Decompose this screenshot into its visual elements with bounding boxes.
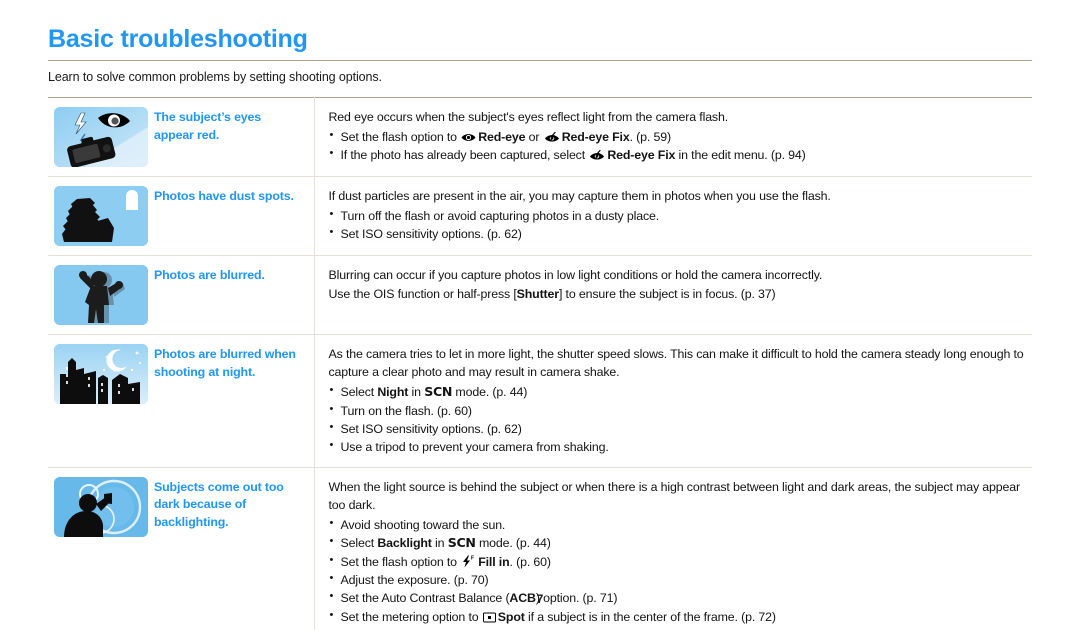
page-number: 7 [536, 592, 544, 606]
emphasis-text: Red-eye [478, 129, 526, 144]
row-label-cell: The subject’s eyes appear red. [154, 97, 315, 177]
row-bullet-item: Turn off the flash or avoid capturing ph… [329, 206, 1027, 225]
fill-in-flash-icon: F [461, 555, 476, 568]
row-solution-cell: If dust particles are present in the air… [314, 176, 1032, 256]
emphasis-text: Backlight [377, 536, 432, 550]
row-icon-cell [48, 97, 154, 177]
row-label-cell: Photos are blurred when shooting at nigh… [154, 334, 315, 468]
row-bullet-item: Use a tripod to prevent your camera from… [329, 437, 1027, 456]
row-bullet-item: Turn on the flash. (p. 60) [329, 401, 1027, 420]
row-bullet-item: Set the flash option to Red-eye or Red-e… [329, 127, 1027, 146]
row-intro-text: When the light source is behind the subj… [328, 479, 1021, 512]
row-intro-text: If dust particles are present in the air… [328, 189, 831, 203]
solution-text: Blurring can occur if you capture photos… [329, 267, 1027, 304]
row-bullet-item: Select Night in SCN mode. (p. 44) [329, 382, 1027, 402]
table-row: Photos have dust spots. If dust particles… [48, 176, 1032, 256]
scene-mode-label: SCN [447, 535, 476, 550]
page-subtitle: Learn to solve common problems by settin… [48, 69, 382, 84]
row-intro-text: As the camera tries to let in more light… [328, 347, 1024, 379]
row-solution-cell: Blurring can occur if you capture photos… [314, 255, 1032, 335]
table-row: Photos are blurred. Blurring can occur if… [48, 255, 1032, 335]
row-bullet-item: Adjust the exposure. (p. 70) [329, 570, 1027, 589]
troubleshooting-table: The subject’s eyes appear red. Red eye oc… [48, 97, 1032, 630]
row-intro-text-2: Use the OIS function or half-press [Shut… [328, 286, 776, 301]
row-bullet-item: Avoid shooting toward the sun. [329, 515, 1027, 534]
row-solution-cell: As the camera tries to let in more light… [314, 334, 1032, 468]
red-eye-icon [461, 132, 476, 143]
page-title: Basic troubleshooting [48, 25, 308, 53]
row-bullet-list: Turn off the flash or avoid capturing ph… [329, 206, 1027, 244]
problem-label: Photos have dust spots. [154, 189, 294, 203]
row-label-cell: Photos have dust spots. [154, 176, 315, 256]
blurred-person-thumbnail [54, 265, 148, 325]
row-icon-cell [48, 255, 154, 335]
scene-mode-label: SCN [424, 383, 453, 399]
page-header: Basic troubleshooting Learn to solve com… [48, 25, 1032, 84]
night-city-thumbnail [54, 344, 148, 404]
emphasis-text: Fill in [478, 554, 510, 569]
problem-label: The subject’s eyes appear red. [154, 110, 262, 142]
row-bullet-list: Avoid shooting toward the sun.Select Bac… [329, 515, 1027, 626]
solution-text: As the camera tries to let in more light… [329, 346, 1027, 457]
problem-label: Photos are blurred. [154, 268, 265, 282]
row-label-cell: Photos are blurred. [154, 255, 315, 335]
title-divider [48, 59, 1032, 61]
red-eye-fix-icon [589, 150, 605, 161]
row-bullet-item: Set the flash option to FFill in. (p. 60… [329, 552, 1027, 571]
solution-text: Red eye occurs when the subject's eyes r… [329, 109, 1027, 165]
row-intro-text: Red eye occurs when the subject's eyes r… [328, 110, 729, 124]
problem-label: Photos are blurred when shooting at nigh… [154, 347, 296, 379]
emphasis-text: Red-eye Fix [607, 148, 676, 163]
dust-spots-thumbnail [54, 186, 148, 246]
manual-page: Basic troubleshooting Learn to solve com… [0, 0, 1080, 630]
row-bullet-list: Set the flash option to Red-eye or Red-e… [329, 127, 1027, 165]
camera-flash-eye-thumbnail [54, 107, 148, 167]
row-bullet-item: Set ISO sensitivity options. (p. 62) [329, 224, 1027, 243]
solution-text: If dust particles are present in the air… [329, 188, 1027, 244]
row-bullet-item: Select Backlight in SCN mode. (p. 44) [329, 533, 1027, 553]
emphasis-text: Red-eye Fix [561, 129, 630, 144]
table-row: Photos are blurred when shooting at nigh… [48, 334, 1032, 468]
spot-metering-icon [482, 612, 496, 623]
backlighting-thumbnail [54, 476, 148, 537]
row-icon-cell [48, 334, 154, 468]
troubleshooting-table-body: The subject’s eyes appear red. Red eye oc… [48, 97, 1032, 630]
row-bullet-list: Select Night in SCN mode. (p. 44)Turn on… [329, 382, 1027, 457]
row-icon-cell [48, 176, 154, 256]
row-bullet-item: Set ISO sensitivity options. (p. 62) [329, 419, 1027, 438]
emphasis-text: Night [377, 384, 409, 399]
problem-label: Subjects come out too dark because of ba… [154, 479, 284, 529]
emphasis-text: Shutter [516, 286, 559, 301]
row-bullet-item: Set the metering option to Spot if a sub… [329, 607, 1027, 626]
emphasis-text: Spot [497, 609, 525, 624]
row-solution-cell: Red eye occurs when the subject's eyes r… [314, 97, 1032, 177]
row-intro-text: Blurring can occur if you capture photos… [328, 268, 823, 282]
row-bullet-item: If the photo has already been captured, … [329, 145, 1027, 164]
table-row: The subject’s eyes appear red. Red eye oc… [48, 97, 1032, 177]
red-eye-fix-icon [544, 131, 560, 143]
svg-text:F: F [471, 555, 474, 561]
